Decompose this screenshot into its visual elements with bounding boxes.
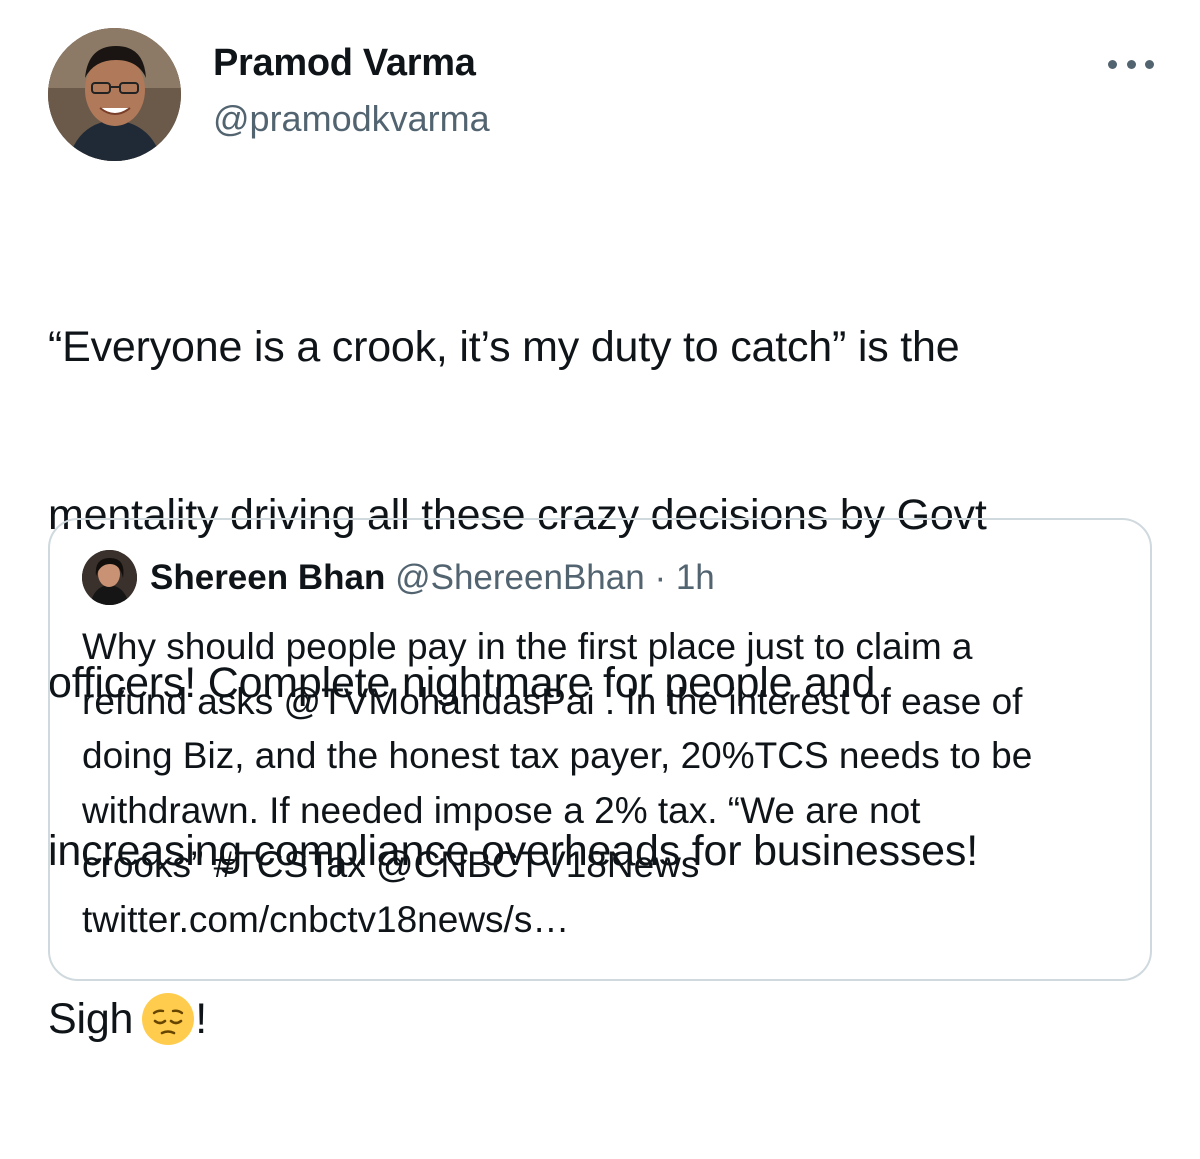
- quote-tweet-card[interactable]: Shereen Bhan @ShereenBhan · 1h Why shoul…: [48, 518, 1152, 981]
- quote-timestamp[interactable]: 1h: [676, 558, 715, 597]
- tweet: Pramod Varma @pramodkvarma “Everyone is …: [0, 0, 1200, 1045]
- quote-author-avatar[interactable]: [82, 550, 137, 605]
- author-handle[interactable]: @pramodkvarma: [213, 98, 490, 140]
- tweet-text-exclaim: !: [195, 995, 208, 1043]
- quote-author-name[interactable]: Shereen Bhan: [150, 558, 385, 597]
- more-button[interactable]: [1108, 50, 1154, 78]
- quote-text-line: doing Biz, and the honest tax payer, 20%…: [82, 735, 1033, 776]
- more-dots-icon: [1108, 59, 1117, 69]
- pensive-face-emoji-icon: [142, 992, 195, 1045]
- quote-text-line: withdrawn. If needed impose a 2% tax. “W…: [82, 789, 921, 831]
- quote-text-line: refund asks @TVMohandasPai . In the inte…: [82, 680, 1023, 722]
- quote-header: Shereen Bhan @ShereenBhan · 1h: [150, 558, 715, 598]
- quote-text-line: crooks” #TCSTax @CNBCTV18News: [82, 844, 700, 885]
- tweet-text-line: “Everyone is a crook, it’s my duty to ca…: [48, 323, 960, 371]
- quote-text: Why should people pay in the first place…: [82, 620, 1132, 947]
- author-name[interactable]: Pramod Varma: [213, 42, 476, 85]
- tweet-text-sigh: Sigh: [48, 995, 134, 1043]
- quote-text-line: Why should people pay in the first place…: [82, 626, 973, 667]
- quote-author-handle[interactable]: @ShereenBhan: [395, 558, 645, 597]
- quote-link[interactable]: twitter.com/cnbctv18news/s…: [82, 893, 1132, 948]
- author-avatar[interactable]: [48, 28, 181, 161]
- quote-separator: ·: [654, 558, 667, 597]
- tweet-text-last-line: Sigh !: [48, 991, 1158, 1047]
